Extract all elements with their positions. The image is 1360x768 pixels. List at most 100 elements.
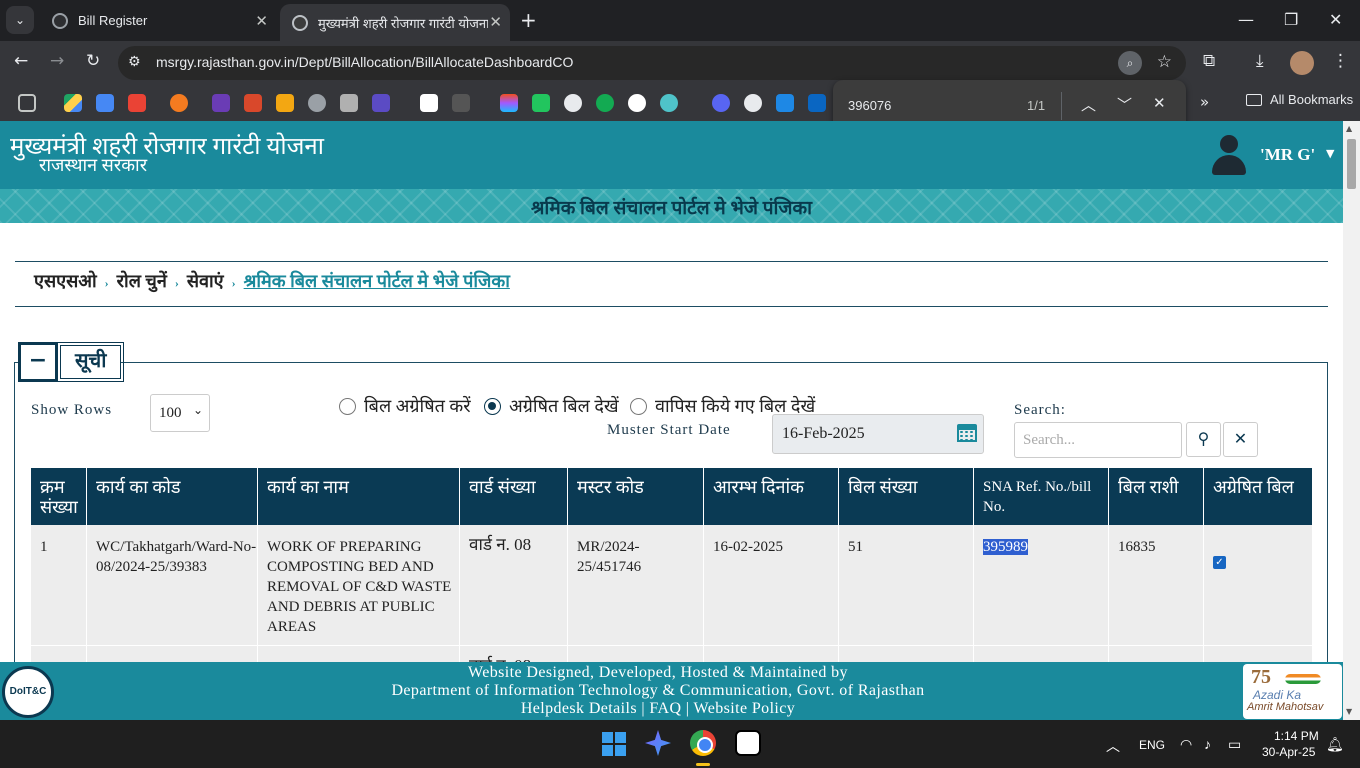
forwarded-checkbox[interactable]: ✓ (1213, 556, 1226, 569)
find-close-icon[interactable]: ✕ (1153, 94, 1166, 112)
bookmark-icon[interactable] (244, 94, 262, 112)
bookmark-icon[interactable] (532, 94, 550, 112)
close-icon: ✕ (1233, 429, 1248, 448)
radio-forward-bill[interactable]: बिल अग्रेषित करें (339, 394, 471, 418)
azadi-ka-amrit-mahotsav-logo: 75 Azadi Ka Amrit Mahotsav (1243, 664, 1342, 719)
logo-number: 75 (1251, 666, 1271, 688)
radio-circle[interactable] (339, 397, 356, 415)
apps-grid-icon[interactable] (18, 94, 36, 112)
new-tab-plus-icon[interactable]: + (520, 8, 537, 32)
all-bookmarks-button[interactable]: All Bookmarks (1246, 92, 1353, 107)
extensions-puzzle-icon[interactable]: ⧉ (1203, 51, 1215, 71)
github-icon[interactable] (564, 94, 582, 112)
cell-sna-ref: 395989 (974, 525, 1109, 645)
bookmark-icon[interactable] (776, 94, 794, 112)
scroll-thumb[interactable] (1347, 139, 1356, 189)
more-bookmarks-chevron-icon[interactable]: » (1200, 93, 1209, 111)
bookmark-icon[interactable] (372, 94, 390, 112)
user-name[interactable]: 'MR G' (1260, 145, 1315, 165)
notification-bell-icon[interactable]: 🔔︎ (1326, 736, 1344, 753)
bookmark-icon[interactable] (660, 94, 678, 112)
clear-search-button[interactable]: ✕ (1223, 422, 1258, 457)
chrome-taskbar-icon[interactable] (690, 730, 716, 756)
wifi-icon[interactable]: ◠ (1180, 736, 1192, 753)
radio-circle[interactable] (630, 397, 647, 415)
active-app-indicator (696, 763, 710, 766)
clock-date[interactable]: 30-Apr-25 (1262, 745, 1315, 759)
language-indicator[interactable]: ENG (1139, 738, 1165, 752)
breadcrumb-item-services[interactable]: सेवाएं (187, 269, 224, 293)
url-text[interactable]: msrgy.rajasthan.gov.in/Dept/BillAllocati… (156, 54, 573, 70)
windows-start-icon[interactable] (602, 732, 626, 756)
radio-view-forwarded[interactable]: अग्रेषित बिल देखें (484, 394, 619, 418)
find-next-chevron-down-icon[interactable]: ﹀ (1117, 94, 1132, 115)
tray-chevron-up-icon[interactable]: ︿ (1106, 736, 1120, 756)
translate-icon[interactable] (96, 94, 114, 112)
bookmark-icon[interactable] (170, 94, 188, 112)
calendar-icon[interactable] (957, 421, 977, 443)
cell-sno: 1 (31, 525, 87, 645)
clock-time[interactable]: 1:14 PM (1274, 729, 1319, 743)
restore-icon[interactable]: ❐ (1284, 10, 1298, 29)
address-bar[interactable]: ⚙ msrgy.rajasthan.gov.in/Dept/BillAlloca… (118, 46, 1186, 80)
battery-icon[interactable]: ▭ (1228, 736, 1241, 753)
find-previous-chevron-up-icon[interactable]: ︿ (1081, 94, 1096, 115)
scroll-down-arrow-icon[interactable]: ▼ (1346, 707, 1352, 716)
bookmark-star-icon[interactable]: ☆ (1157, 52, 1172, 72)
gmail-icon[interactable] (128, 94, 146, 112)
drive-icon[interactable] (64, 94, 82, 112)
scroll-up-arrow-icon[interactable]: ▲ (1346, 124, 1352, 133)
site-favicon-icon (292, 14, 308, 31)
kebab-menu-icon[interactable]: ⋮ (1332, 51, 1349, 71)
download-icon[interactable]: ⤓ (1256, 51, 1264, 71)
search-icon: ⚲ (1197, 429, 1210, 448)
breadcrumb-item-current[interactable]: श्रमिक बिल संचालन पोर्टल मे भेजे पंजिका (244, 269, 510, 293)
linkedin-icon[interactable] (808, 94, 826, 112)
tab-bill-register[interactable]: Bill Register ✕ (40, 0, 276, 41)
globe-icon[interactable] (308, 94, 326, 112)
bookmark-icon[interactable] (212, 94, 230, 112)
close-icon[interactable]: ✕ (489, 13, 502, 31)
website-policy-link[interactable]: Website Policy (694, 700, 796, 717)
all-bookmarks-label: All Bookmarks (1270, 92, 1354, 107)
bookmark-icon[interactable] (276, 94, 294, 112)
minimize-icon[interactable]: — (1238, 10, 1254, 29)
helpdesk-link[interactable]: Helpdesk Details (521, 700, 637, 717)
bookmark-icon[interactable] (628, 94, 646, 112)
reload-icon[interactable]: ↻ (86, 51, 100, 71)
rows-per-page-select[interactable]: 100 ⌄ (150, 394, 210, 432)
emblem-icon[interactable] (340, 94, 358, 112)
figma-icon[interactable] (500, 94, 518, 112)
forward-arrow-icon[interactable]: → (50, 51, 64, 71)
breadcrumb-item-sso[interactable]: एसएसओ (34, 269, 97, 293)
mongodb-icon[interactable] (596, 94, 614, 112)
user-avatar-icon[interactable] (1210, 135, 1248, 175)
copilot-icon[interactable] (645, 730, 671, 756)
page-scrollbar[interactable]: ▲ ▼ (1343, 121, 1360, 720)
profile-avatar[interactable] (1290, 51, 1314, 75)
radio-circle-selected[interactable] (484, 397, 501, 415)
muster-start-date-input[interactable]: 16-Feb-2025 (772, 414, 984, 454)
back-arrow-icon[interactable]: ← (14, 51, 28, 71)
site-subtitle: राजस्थान सरकार (39, 155, 148, 175)
find-in-page-icon[interactable]: ⌕ (1118, 51, 1142, 75)
user-menu-caret-icon[interactable]: ▼ (1326, 147, 1334, 160)
breadcrumb-item-role[interactable]: रोल चुनें (117, 269, 167, 293)
tab-search-chevron-icon[interactable]: ⌄ (6, 6, 34, 34)
bookmark-icon[interactable] (452, 94, 470, 112)
collapse-button[interactable]: − (18, 342, 58, 382)
bookmark-icon[interactable] (744, 94, 762, 112)
site-info-icon[interactable]: ⚙ (128, 54, 141, 70)
volume-icon[interactable]: ♪ (1204, 736, 1211, 752)
search-button[interactable]: ⚲ (1186, 422, 1221, 457)
tab-msrgy[interactable]: मुख्यमंत्री शहरी रोजगार गारंटी योजना ✕ (280, 4, 510, 41)
search-input[interactable]: Search... (1014, 422, 1182, 458)
find-input[interactable]: 396076 (848, 98, 891, 113)
faq-link[interactable]: FAQ (649, 700, 681, 717)
bookmark-icon[interactable] (420, 94, 438, 112)
discord-icon[interactable] (712, 94, 730, 112)
notion-icon[interactable] (735, 730, 761, 756)
window-close-icon[interactable]: ✕ (1329, 10, 1342, 29)
logo-line1: Azadi Ka (1253, 688, 1302, 702)
close-icon[interactable]: ✕ (255, 12, 268, 30)
